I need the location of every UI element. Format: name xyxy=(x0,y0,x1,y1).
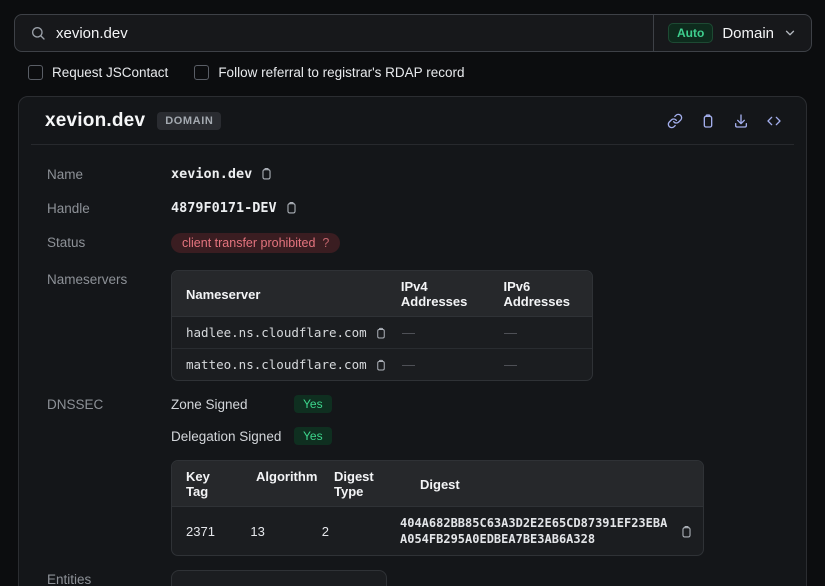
status-badge: client transfer prohibited ? xyxy=(171,233,340,253)
delegation-signed-row: Delegation Signed Yes xyxy=(171,427,778,445)
flag-label: Delegation Signed xyxy=(171,429,294,444)
table-row: matteo.ns.cloudflare.com — — xyxy=(172,348,592,380)
dnssec-flags: Zone Signed Yes Delegation Signed Yes xyxy=(171,395,778,445)
field-label: Handle xyxy=(47,199,171,216)
field-entities: Entities Handle 1068 Roles xyxy=(47,570,778,586)
column-header: Digest xyxy=(406,461,703,506)
field-status: Status client transfer prohibited ? xyxy=(47,233,778,253)
field-label: Status xyxy=(47,233,171,253)
delegation-signed-badge: Yes xyxy=(294,427,332,445)
copy-icon[interactable] xyxy=(285,200,298,215)
checkbox-follow-referral[interactable]: Follow referral to registrar's RDAP reco… xyxy=(194,65,464,80)
ipv6-empty: — xyxy=(490,349,592,380)
auto-mode-badge: Auto xyxy=(668,23,713,43)
search-input[interactable]: xevion.dev xyxy=(15,15,653,51)
copy-icon[interactable] xyxy=(698,111,718,131)
copy-icon[interactable] xyxy=(680,524,693,539)
table-row: 2371 13 2 404A682BB85C63A3D2E2E65CD87391… xyxy=(172,507,703,555)
card-actions xyxy=(665,111,784,131)
key-tag-value: 2371 xyxy=(172,516,236,547)
search-query-text[interactable]: xevion.dev xyxy=(56,25,128,42)
column-header: Digest Type xyxy=(320,461,406,506)
column-header: Algorithm xyxy=(242,461,320,506)
ds-records-table: Key Tag Algorithm Digest Type Digest 237… xyxy=(171,460,704,556)
table-header-row: Nameserver IPv4 Addresses IPv6 Addresses xyxy=(172,271,592,317)
field-dnssec: DNSSEC Zone Signed Yes Delegation Signed… xyxy=(47,395,778,556)
checkbox-icon[interactable] xyxy=(194,65,209,80)
copy-icon[interactable] xyxy=(375,326,387,340)
download-icon[interactable] xyxy=(731,111,751,131)
checkbox-label: Follow referral to registrar's RDAP reco… xyxy=(218,65,464,80)
card-header: xevion.dev DOMAIN xyxy=(31,97,794,145)
options-row: Request JSContact Follow referral to reg… xyxy=(28,65,464,80)
flag-label: Zone Signed xyxy=(171,397,294,412)
handle-value: 4879F0171-DEV xyxy=(171,200,277,216)
entity-card: Handle 1068 Roles registrar xyxy=(171,570,387,586)
column-header: IPv4 Addresses xyxy=(387,271,490,316)
search-icon xyxy=(30,25,46,41)
checkbox-label: Request JSContact xyxy=(52,65,168,80)
table-row: hadlee.ns.cloudflare.com — — xyxy=(172,317,592,348)
field-label: Nameservers xyxy=(47,270,171,381)
domain-name-value: xevion.dev xyxy=(171,166,252,182)
domain-title: xevion.dev xyxy=(45,110,145,132)
copy-icon[interactable] xyxy=(375,358,387,372)
status-help-icon[interactable]: ? xyxy=(322,236,329,250)
status-text: client transfer prohibited xyxy=(182,236,315,250)
search-bar: xevion.dev Auto Domain xyxy=(14,14,812,52)
column-header: IPv6 Addresses xyxy=(489,271,592,316)
checkbox-request-jscontact[interactable]: Request JSContact xyxy=(28,65,168,80)
chevron-down-icon xyxy=(783,26,797,40)
digest-type-value: 2 xyxy=(308,516,386,547)
field-nameservers: Nameservers Nameserver IPv4 Addresses IP… xyxy=(47,270,778,381)
copy-icon[interactable] xyxy=(260,166,273,181)
raw-code-icon[interactable] xyxy=(764,111,784,131)
object-type-badge: DOMAIN xyxy=(157,112,221,130)
digest-value: 404A682BB85C63A3D2E2E65CD87391EF23EBAA05… xyxy=(400,515,670,547)
field-label: Name xyxy=(47,165,171,182)
permalink-icon[interactable] xyxy=(665,111,685,131)
field-handle: Handle 4879F0171-DEV xyxy=(47,199,778,216)
query-type-dropdown[interactable]: Auto Domain xyxy=(654,15,811,51)
nameserver-value: matteo.ns.cloudflare.com xyxy=(186,357,367,372)
ipv6-empty: — xyxy=(490,317,592,348)
query-type-selected: Domain xyxy=(722,25,774,42)
algorithm-value: 13 xyxy=(236,516,307,547)
card-body: Name xevion.dev Handle 4879F0171-DEV xyxy=(19,145,806,586)
ipv4-empty: — xyxy=(388,317,490,348)
domain-result-card: xevion.dev DOMAIN xyxy=(18,96,807,586)
field-label: DNSSEC xyxy=(47,395,171,556)
ipv4-empty: — xyxy=(388,349,490,380)
table-header-row: Key Tag Algorithm Digest Type Digest xyxy=(172,461,703,507)
field-label: Entities xyxy=(47,570,171,586)
nameserver-value: hadlee.ns.cloudflare.com xyxy=(186,325,367,340)
nameservers-table: Nameserver IPv4 Addresses IPv6 Addresses… xyxy=(171,270,593,381)
checkbox-icon[interactable] xyxy=(28,65,43,80)
zone-signed-badge: Yes xyxy=(294,395,332,413)
zone-signed-row: Zone Signed Yes xyxy=(171,395,778,413)
field-name: Name xevion.dev xyxy=(47,165,778,182)
column-header: Key Tag xyxy=(172,461,242,506)
column-header: Nameserver xyxy=(172,271,387,316)
